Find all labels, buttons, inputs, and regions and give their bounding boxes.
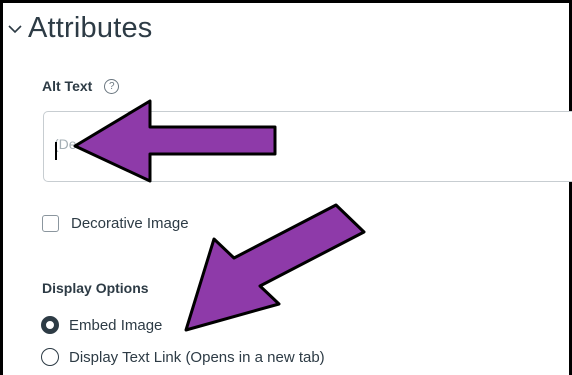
chevron-down-icon (8, 24, 22, 33)
embed-image-label: Embed Image (69, 316, 163, 334)
alt-text-label-row: Alt Text ? (42, 78, 120, 94)
display-text-link-option[interactable]: Display Text Link (Opens in a new tab) (41, 348, 325, 366)
alt-text-input[interactable]: (De (43, 111, 572, 182)
embed-image-radio[interactable] (41, 316, 59, 334)
display-text-link-radio[interactable] (41, 348, 59, 366)
text-caret (55, 142, 57, 160)
attributes-section-toggle[interactable]: Attributes (6, 12, 153, 45)
alt-text-placeholder: (De (54, 136, 77, 152)
alt-text-label: Alt Text (42, 78, 93, 94)
question-circle-icon[interactable]: ? (104, 78, 120, 94)
decorative-image-label: Decorative Image (71, 215, 189, 232)
display-text-link-label: Display Text Link (Opens in a new tab) (69, 348, 325, 366)
help-glyph: ? (109, 80, 115, 92)
display-options-label: Display Options (42, 280, 149, 296)
decorative-image-option[interactable]: Decorative Image (42, 215, 189, 232)
decorative-image-checkbox[interactable] (42, 215, 59, 232)
section-title: Attributes (28, 12, 153, 44)
embed-image-option[interactable]: Embed Image (41, 316, 162, 334)
